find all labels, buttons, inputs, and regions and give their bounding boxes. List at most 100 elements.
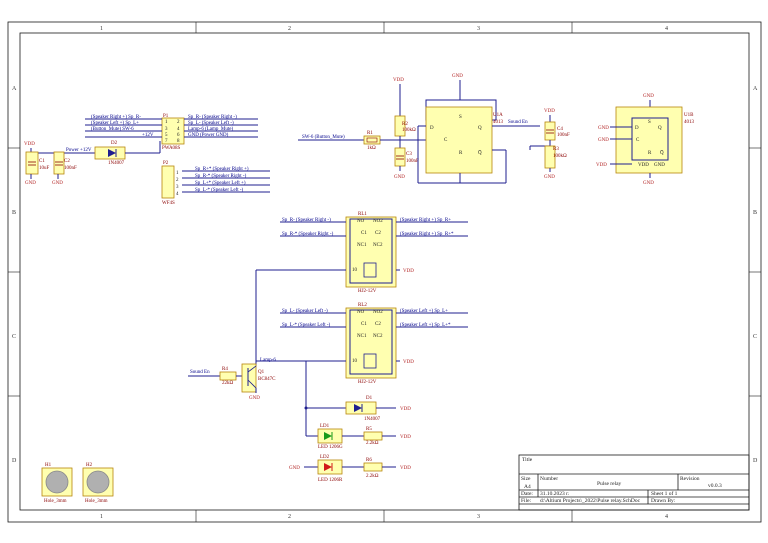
zone-top-2: 2: [288, 26, 291, 32]
c4-capacitor: [544, 121, 556, 141]
r1-resistor: [363, 135, 381, 145]
rl1-net-left-2: Sp_R-* (Speaker Right -): [282, 232, 334, 237]
p1-net-left-1: (Speaker Right +) Sp_R-: [91, 115, 141, 120]
q1-transistor: [241, 363, 257, 393]
d1-ref: D1: [366, 396, 373, 401]
gnd-label-c1: GND: [25, 181, 36, 186]
p1-net-right-4: GND (Power GND): [188, 133, 229, 138]
u1b-pin-d: D: [635, 126, 639, 131]
c1-ref: C1: [39, 159, 45, 164]
gnd-label-u1b-c: GND: [598, 138, 609, 143]
c1-capacitor: [25, 151, 39, 175]
u1a-pin-d: D: [430, 126, 434, 131]
zone-bottom-1: 1: [100, 514, 103, 520]
rl1-pin-c1: C1: [361, 231, 367, 236]
sound-en-net-u1a: Sound En: [508, 120, 528, 125]
p1-net-right-3: Lamp-6 (Lamp_Mute): [188, 127, 233, 132]
h2-ref: H2: [86, 463, 93, 468]
vdd-label-r5: VDD: [400, 435, 411, 440]
u1b-section: GND D Q C Q̅ R S U1B 4013 GND GND VDD VD…: [596, 94, 695, 186]
u1a-pin-s: S: [459, 115, 462, 120]
rl1-pin-nc1: NC1: [357, 243, 367, 248]
power-12v-net: Power +12V: [66, 148, 92, 153]
zone-left-d: D: [12, 458, 17, 464]
rl1-net-left-1: Sp_R- (Speaker Right -): [282, 218, 331, 223]
r6-resistor: [363, 462, 383, 472]
p2-pin2: 2: [176, 178, 179, 183]
c2-value: 100nF: [64, 166, 77, 171]
p1-net-right-1: Sp_R- (Speaker Right -): [188, 115, 237, 120]
u1b-pin-s: S: [648, 120, 651, 125]
c4-value: 100nF: [557, 133, 570, 138]
u1b-ref: U1B: [684, 113, 694, 118]
u1a-pin-q: Q: [478, 126, 482, 131]
mounting-holes: H1 Hole_3mm H2 Hole_3mm: [41, 463, 114, 504]
ld1-value: LED 1206G: [318, 445, 343, 450]
p1-value: PWA08S: [162, 146, 181, 151]
p2-net-1: Sp_R+* (Speaker Right +): [195, 167, 249, 172]
r5-value: 2.2kΩ: [366, 441, 379, 446]
relay-rl1: RL1 NO C1 NC1 NO2 C2 NC2 Sp_R- (Speaker …: [280, 212, 468, 294]
rl2-pin-c1: C1: [361, 322, 367, 327]
gnd-label-q1: GND: [249, 396, 260, 401]
rl2-pin-nc2: NC2: [373, 334, 383, 339]
rl1-net-right-1: (Speaker Right +) Sp_R+: [400, 218, 451, 223]
r4-resistor: [219, 371, 237, 381]
size-value: A4: [524, 484, 531, 490]
revision-label: Revision: [680, 476, 700, 482]
rl2-net-right-2: (Speaker Left +) Sp_L+*: [400, 323, 451, 328]
vdd-label-r6: VDD: [400, 466, 411, 471]
gnd-label-ld2: GND: [289, 466, 300, 471]
p2-connector: P2 1 2 3 4 Sp_R+* (Speaker Right +) Sp_R…: [161, 161, 270, 206]
p2-pin3: 3: [176, 185, 179, 190]
u1b-body: [615, 106, 683, 174]
gnd-label-r3: GND: [544, 175, 555, 180]
d2-ref: D2: [111, 141, 118, 146]
title-label: Title: [522, 457, 533, 463]
file-label: File:: [521, 498, 532, 504]
zone-left-a: A: [12, 86, 17, 92]
q1-ref: Q1: [258, 370, 265, 375]
zone-left-c: C: [12, 334, 16, 340]
gnd-label-c3: GND: [394, 175, 405, 180]
c2-ref: C2: [64, 159, 70, 164]
gnd-label-u1b-bottom: GND: [643, 181, 654, 186]
vdd-label-rl1: VDD: [403, 269, 414, 274]
r5-resistor: [363, 431, 383, 441]
zone-bottom-4: 4: [665, 514, 668, 520]
vdd-label-r2: VDD: [393, 78, 404, 83]
zone-right-b: B: [753, 210, 757, 216]
d2-value: 1N4007: [108, 161, 125, 166]
c2-capacitor: [53, 151, 65, 175]
ld1-ref: LD1: [320, 424, 330, 429]
rl1-coil-pin: 10: [352, 268, 358, 273]
c3-ref: C3: [406, 152, 412, 157]
rl2-net-left-1: Sp_L- (Speaker Left -): [282, 309, 328, 314]
number-label: Number: [540, 476, 558, 482]
r5-ref: R5: [366, 427, 372, 432]
zone-top-3: 3: [477, 26, 480, 32]
c3-capacitor: [394, 147, 406, 167]
rl2-net-left-2: Sp_L-* (Speaker Left -): [282, 323, 331, 328]
rl1-body: [345, 216, 397, 288]
lamp6-net-label: Lamp-6: [260, 358, 276, 363]
rl1-net-right-2: (Speaker Right +) Sp_R+*: [400, 232, 454, 237]
rl2-ref: RL2: [358, 303, 367, 308]
rl2-pin-nc1: NC1: [357, 334, 367, 339]
size-label: Size: [521, 476, 531, 482]
r2-ref: R2: [402, 122, 408, 127]
rl1-pin-no: NO: [357, 219, 365, 224]
gnd-label-c2: GND: [52, 181, 63, 186]
c1-value: 10uF: [39, 166, 50, 171]
gnd-label-u1b-d: GND: [598, 126, 609, 131]
gnd-label-u1a: GND: [452, 74, 463, 79]
title-block: Title Size A4 Number Pulse relay Revisio…: [518, 454, 750, 511]
number-value: Pulse relay: [597, 481, 622, 487]
flipflop-section: SW-6 (Button_Mute) R1 1kΩ VDD R2 100kΩ C…: [298, 74, 540, 184]
sw6-net-label: SW-6 (Button_Mute): [302, 135, 345, 140]
rl2-pin-no2: NO2: [373, 310, 383, 315]
p1-net-left-4: +12V: [142, 133, 154, 138]
ld2-ref: LD2: [320, 455, 330, 460]
r3-ref: R3: [553, 147, 559, 152]
u1a-value: 4013: [493, 120, 504, 125]
